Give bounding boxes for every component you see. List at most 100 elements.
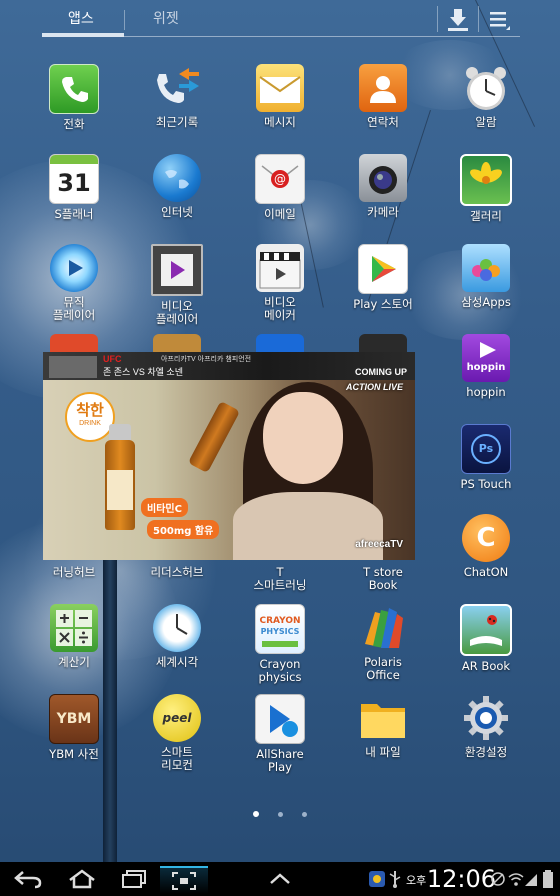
app-label: Polaris Office <box>364 655 402 682</box>
battery-status <box>540 866 556 892</box>
app-label: 세계시각 <box>155 655 199 669</box>
signal-bars-icon <box>525 874 537 886</box>
email-icon: @ <box>255 154 305 204</box>
notification-icon-app[interactable] <box>368 866 386 892</box>
page-indicator-1[interactable] <box>253 811 259 817</box>
app-play-store[interactable]: Play 스토어 <box>333 244 433 311</box>
app-call-log[interactable]: 최근기록 <box>127 64 227 129</box>
calculator-icon <box>50 604 98 652</box>
app-phone[interactable]: 전화 <box>24 64 124 131</box>
video-top-banner: UFC 아프리카TV 아프리카 챔피언전 존 존스 VS 차엘 소넨 COMIN… <box>43 352 415 380</box>
recent-apps-icon <box>122 870 146 888</box>
app-contacts[interactable]: 연락처 <box>333 64 433 129</box>
mini-app-tray-button[interactable] <box>262 866 298 892</box>
my-files-icon <box>359 694 407 742</box>
floating-video-player[interactable]: UFC 아프리카TV 아프리카 챔피언전 존 존스 VS 차엘 소넨 COMIN… <box>43 352 415 560</box>
page-indicator-3[interactable] <box>302 812 307 817</box>
app-label: 이메일 <box>264 207 296 221</box>
app-label: YBM 사전 <box>49 747 99 761</box>
app-label: Crayon physics <box>258 657 302 684</box>
app-ps-touch[interactable]: Ps PS Touch <box>436 424 536 491</box>
video-maker-icon <box>256 244 304 292</box>
app-label: 인터넷 <box>161 205 193 219</box>
back-button[interactable] <box>8 866 48 892</box>
app-label: 전화 <box>63 117 85 131</box>
app-camera[interactable]: 카메라 <box>333 154 433 219</box>
calendar-icon: 31 <box>49 154 99 204</box>
app-label: 삼성Apps <box>461 295 511 309</box>
app-chaton[interactable]: C ChatON <box>436 514 536 579</box>
app-label: 계산기 <box>58 655 90 669</box>
app-email[interactable]: @ 이메일 <box>230 154 330 221</box>
toolbar-separator <box>437 6 438 32</box>
wifi-icon <box>508 873 524 886</box>
app-label: 리더스허브 <box>150 565 204 579</box>
app-label: AR Book <box>461 659 511 673</box>
app-my-files[interactable]: 내 파일 <box>333 694 433 759</box>
channel-logo: ACTION LIVE <box>345 382 403 392</box>
app-label: hoppin <box>466 385 506 399</box>
samsung-apps-icon <box>462 244 510 292</box>
polaris-office-icon <box>359 604 407 652</box>
app-label: 비디오 플레이어 <box>155 299 199 326</box>
no-signal-icon <box>491 872 505 886</box>
app-label: PS Touch <box>460 477 512 491</box>
app-samsung-apps[interactable]: 삼성Apps <box>436 244 536 309</box>
page-indicator-2[interactable] <box>278 812 283 817</box>
app-internet[interactable]: 인터넷 <box>127 154 227 219</box>
menu-button[interactable] <box>482 4 518 34</box>
app-video-maker[interactable]: 비디오 메이커 <box>230 244 330 322</box>
app-label: 내 파일 <box>365 745 401 759</box>
alarm-clock-icon <box>462 64 510 112</box>
app-label: T 스마트러닝 <box>253 565 307 592</box>
back-icon <box>14 871 42 889</box>
chaton-icon: C <box>462 514 510 562</box>
product-brand: 착한 <box>76 401 104 419</box>
list-menu-icon <box>490 12 510 30</box>
screen-capture-icon <box>172 872 196 890</box>
toolbar-separator <box>478 6 479 32</box>
contacts-icon <box>359 64 407 112</box>
app-calculator[interactable]: 계산기 <box>24 604 124 669</box>
app-world-clock[interactable]: 세계시각 <box>127 604 227 669</box>
promo-badge-amount: 500mg 함유 <box>147 520 220 539</box>
product-logo: 착한 DRINK <box>65 392 115 442</box>
app-label: 갤러리 <box>470 209 502 223</box>
app-ybm-dictionary[interactable]: YBM YBM 사전 <box>24 694 124 761</box>
banner-small-text: 아프리카TV 아프리카 챔피언전 <box>161 356 252 363</box>
app-ar-book[interactable]: AR Book <box>436 604 536 673</box>
app-label: 알람 <box>475 115 497 129</box>
home-button[interactable] <box>62 866 102 892</box>
app-label: S플래너 <box>54 207 94 221</box>
app-label: T store Book <box>363 565 403 592</box>
status-clock[interactable]: 12:06 <box>427 864 496 894</box>
app-s-planner[interactable]: 31 S플래너 <box>24 154 124 221</box>
app-music-player[interactable]: 뮤직 플레이어 <box>24 244 124 322</box>
app-gallery[interactable]: 갤러리 <box>436 154 536 223</box>
app-label: AllShare Play <box>256 747 304 774</box>
recent-apps-button[interactable] <box>114 866 154 892</box>
tab-widgets[interactable]: 위젯 <box>153 8 179 28</box>
message-icon <box>256 64 304 112</box>
tab-apps[interactable]: 앱스 <box>68 8 94 28</box>
tab-baseline <box>42 36 520 37</box>
app-notification-icon <box>369 871 385 887</box>
app-label: 스마트 리모컨 <box>161 745 193 772</box>
chevron-up-icon <box>270 873 290 884</box>
usb-status <box>388 866 402 892</box>
app-messages[interactable]: 메시지 <box>230 64 330 129</box>
download-button[interactable] <box>440 4 476 34</box>
system-navigation-bar: 오후 12:06 <box>0 862 560 896</box>
usb-icon <box>389 871 401 888</box>
app-label: 환경설정 <box>464 745 508 759</box>
app-polaris-office[interactable]: Polaris Office <box>333 604 433 682</box>
app-allshare-play[interactable]: AllShare Play <box>230 694 330 774</box>
app-alarm[interactable]: 알람 <box>436 64 536 129</box>
app-settings[interactable]: 환경설정 <box>436 694 536 759</box>
screen-capture-button[interactable] <box>160 866 208 894</box>
app-hoppin[interactable]: hoppin hoppin <box>436 334 536 399</box>
app-crayon-physics[interactable]: CRAYON PHYSICS Crayon physics <box>230 604 330 684</box>
video-hand-bottle <box>187 400 241 474</box>
app-video-player[interactable]: 비디오 플레이어 <box>127 244 227 326</box>
app-smart-remote[interactable]: peel 스마트 리모컨 <box>127 694 227 772</box>
